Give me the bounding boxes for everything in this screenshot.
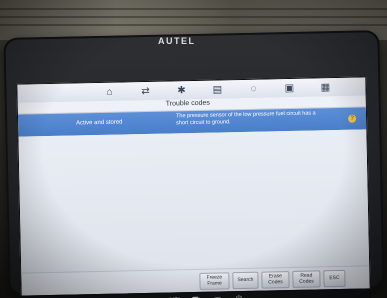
- home-icon[interactable]: ⌂: [103, 86, 115, 98]
- help-icon[interactable]: ◌: [247, 83, 259, 95]
- background-stripe: [0, 16, 387, 18]
- photo-scene: ⌂ ⇄ ✱ ▤ ◌ ▣ ▦ Trouble codes Active and s…: [0, 0, 387, 298]
- car-icon[interactable]: ⛟: [192, 294, 202, 298]
- dtc-help-icon[interactable]: ?: [348, 114, 357, 123]
- dtc-list-empty-area: [18, 129, 370, 275]
- tablet-screen: ⌂ ⇄ ✱ ▤ ◌ ▣ ▦ Trouble codes Active and s…: [16, 76, 371, 298]
- read-codes-button[interactable]: Read Codes: [292, 270, 321, 288]
- save-icon[interactable]: ▣: [283, 82, 295, 94]
- search-button[interactable]: Search: [232, 271, 259, 290]
- vehicle-swap-icon[interactable]: ⇄: [139, 85, 151, 97]
- background-stripe: [0, 24, 387, 26]
- dtc-status: Active and stored: [76, 119, 123, 127]
- screenshot-icon[interactable]: ▦: [214, 293, 222, 298]
- power-icon[interactable]: ⏻: [236, 293, 243, 298]
- vehicle-info: [25, 277, 135, 279]
- settings-icon[interactable]: ✱: [175, 84, 187, 96]
- exit-button[interactable]: ESC: [323, 269, 346, 288]
- page-title: Trouble codes: [165, 99, 210, 108]
- brand-logo: AUTEL: [158, 36, 196, 46]
- diagnostic-tablet: ⌂ ⇄ ✱ ▤ ◌ ▣ ▦ Trouble codes Active and s…: [3, 30, 385, 298]
- erase-codes-button[interactable]: Erase Codes: [261, 271, 290, 289]
- freeze-frame-button[interactable]: Freeze Frame: [199, 272, 230, 290]
- print-icon[interactable]: ▤: [211, 83, 223, 95]
- vci-icon[interactable]: VCI: [170, 294, 180, 298]
- dtc-description: The pressure sensor of the low pressure …: [175, 110, 316, 127]
- data-log-icon[interactable]: ▦: [319, 81, 331, 93]
- background-stripe: [0, 8, 387, 10]
